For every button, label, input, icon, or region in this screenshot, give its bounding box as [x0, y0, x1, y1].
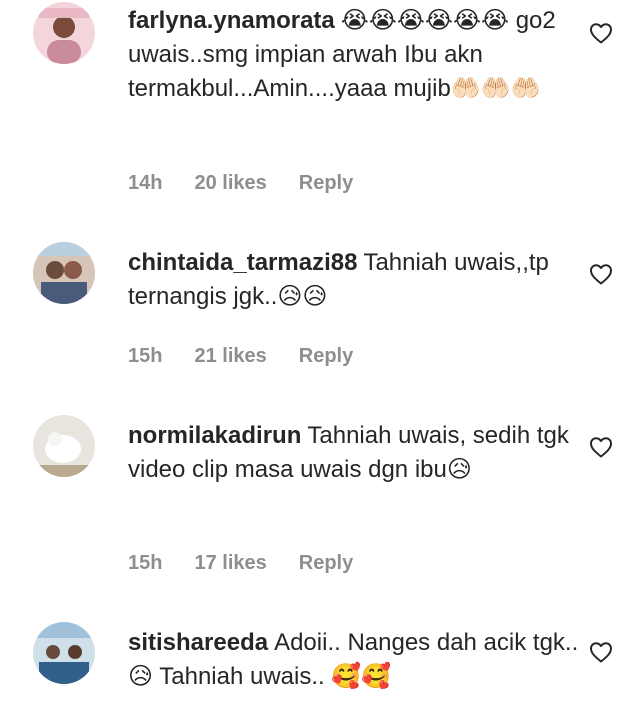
comment-meta: 15h 17 likes Reply — [128, 552, 353, 575]
comment-username[interactable]: sitishareeda — [128, 629, 268, 656]
reply-button[interactable]: Reply — [299, 345, 353, 368]
comment-time: 15h — [128, 552, 163, 574]
comment-likes[interactable]: 21 likes — [194, 345, 266, 368]
comment-text-block: chintaida_tarmazi88 Tahniah uwais,,tp ter… — [128, 246, 580, 314]
like-heart-icon[interactable] — [589, 263, 613, 285]
comment-time: 14h — [128, 172, 163, 194]
comment-text-block: normilakadirun Tahniah uwais, sedih tgk v… — [128, 419, 580, 487]
comment-likes[interactable]: 20 likes — [194, 172, 266, 195]
avatar[interactable] — [33, 2, 95, 64]
comment-text-block: sitishareeda Adoii.. Nanges dah acik tgk.… — [128, 626, 580, 694]
avatar[interactable] — [33, 242, 95, 304]
reply-button[interactable]: Reply — [299, 172, 353, 195]
like-heart-icon[interactable] — [589, 22, 613, 44]
comment-text-block: farlyna.ynamorata 😭😭😭😭😭😭 go2 uwais..smg i… — [128, 4, 580, 106]
avatar[interactable] — [33, 415, 95, 477]
comment-likes[interactable]: 17 likes — [194, 552, 266, 575]
like-heart-icon[interactable] — [589, 641, 613, 663]
comment-username[interactable]: farlyna.ynamorata — [128, 7, 335, 34]
comment-username[interactable]: chintaida_tarmazi88 — [128, 249, 357, 276]
avatar[interactable] — [33, 622, 95, 684]
like-heart-icon[interactable] — [589, 436, 613, 458]
comment-time: 15h — [128, 345, 163, 367]
reply-button[interactable]: Reply — [299, 552, 353, 575]
comment-username[interactable]: normilakadirun — [128, 422, 301, 449]
comment-meta: 14h 20 likes Reply — [128, 172, 353, 195]
comment-meta: 15h 21 likes Reply — [128, 345, 353, 368]
